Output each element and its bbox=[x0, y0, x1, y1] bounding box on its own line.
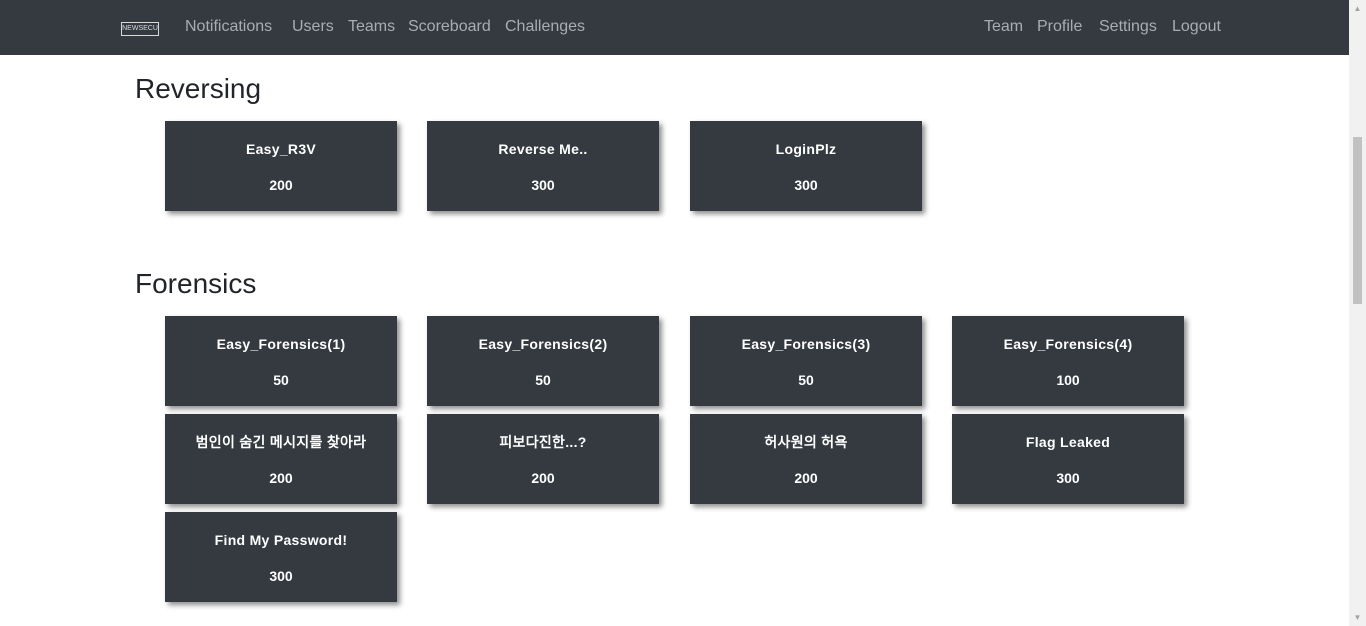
challenge-name: Reverse Me.. bbox=[498, 141, 588, 157]
challenge-name: Easy_Forensics(1) bbox=[216, 336, 346, 352]
challenge-card[interactable]: LoginPlz 300 bbox=[690, 121, 922, 211]
challenge-name: Easy_Forensics(3) bbox=[741, 336, 871, 352]
nav-team[interactable]: Team bbox=[984, 17, 1023, 37]
scroll-up-arrow-icon[interactable]: ▲ bbox=[1349, 0, 1366, 17]
challenge-name: Easy_Forensics(4) bbox=[1003, 336, 1133, 352]
challenge-points: 300 bbox=[531, 177, 555, 193]
challenge-card[interactable]: Easy_Forensics(3) 50 bbox=[690, 316, 922, 406]
challenge-points: 200 bbox=[531, 470, 555, 486]
challenge-points: 200 bbox=[269, 177, 293, 193]
challenge-card[interactable]: Flag Leaked 300 bbox=[952, 414, 1184, 504]
top-navbar: NEWSECU Notifications Users Teams Scoreb… bbox=[0, 0, 1349, 55]
scrollbar-thumb[interactable] bbox=[1353, 137, 1362, 304]
challenge-card[interactable]: Easy_Forensics(1) 50 bbox=[165, 316, 397, 406]
nav-notifications[interactable]: Notifications bbox=[185, 17, 272, 37]
challenge-name: 허사원의 허욕 bbox=[764, 434, 848, 450]
nav-scoreboard[interactable]: Scoreboard bbox=[408, 17, 491, 37]
challenge-name: Easy_R3V bbox=[245, 141, 317, 157]
challenge-card[interactable]: 피보다진한...? 200 bbox=[427, 414, 659, 504]
challenge-card[interactable]: Easy_Forensics(2) 50 bbox=[427, 316, 659, 406]
challenge-card[interactable]: 허사원의 허욕 200 bbox=[690, 414, 922, 504]
challenge-points: 300 bbox=[1056, 470, 1080, 486]
scroll-down-arrow-icon[interactable]: ▼ bbox=[1349, 609, 1366, 626]
challenge-points: 200 bbox=[269, 470, 293, 486]
nav-teams[interactable]: Teams bbox=[348, 17, 395, 37]
section-title-forensics: Forensics bbox=[135, 268, 257, 299]
vertical-scrollbar[interactable]: ▲ ▼ bbox=[1349, 0, 1366, 626]
challenge-name: Easy_Forensics(2) bbox=[478, 336, 608, 352]
challenge-name: 피보다진한...? bbox=[499, 434, 587, 450]
challenge-points: 50 bbox=[535, 372, 551, 388]
challenge-card[interactable]: Easy_Forensics(4) 100 bbox=[952, 316, 1184, 406]
challenge-name: Flag Leaked bbox=[1025, 434, 1111, 450]
nav-users[interactable]: Users bbox=[292, 17, 334, 37]
site-logo[interactable]: NEWSECU bbox=[121, 22, 159, 36]
challenge-name: Find My Password! bbox=[214, 532, 348, 548]
challenge-points: 300 bbox=[269, 568, 293, 584]
nav-challenges[interactable]: Challenges bbox=[505, 17, 585, 37]
challenge-card[interactable]: 범인이 숨긴 메시지를 찾아라 200 bbox=[165, 414, 397, 504]
section-title-reversing: Reversing bbox=[135, 73, 262, 104]
challenge-name: 범인이 숨긴 메시지를 찾아라 bbox=[195, 434, 367, 450]
challenge-card[interactable]: Reverse Me.. 300 bbox=[427, 121, 659, 211]
nav-settings[interactable]: Settings bbox=[1099, 17, 1157, 37]
challenge-points: 300 bbox=[794, 177, 818, 193]
nav-profile[interactable]: Profile bbox=[1037, 17, 1082, 37]
challenge-points: 50 bbox=[798, 372, 814, 388]
challenge-card[interactable]: Easy_R3V 200 bbox=[165, 121, 397, 211]
challenge-points: 100 bbox=[1056, 372, 1080, 388]
challenge-points: 200 bbox=[794, 470, 818, 486]
nav-logout[interactable]: Logout bbox=[1172, 17, 1221, 37]
challenge-points: 50 bbox=[273, 372, 289, 388]
challenge-card[interactable]: Find My Password! 300 bbox=[165, 512, 397, 602]
challenge-name: LoginPlz bbox=[775, 141, 837, 157]
